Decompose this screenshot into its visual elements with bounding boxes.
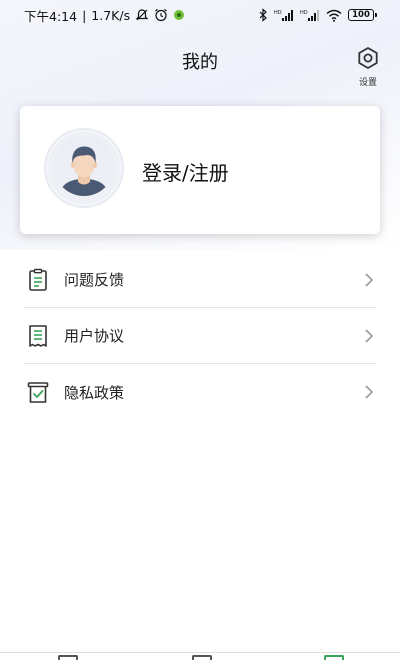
avatar[interactable] (46, 130, 122, 206)
settings-menu: 问题反馈 用户协议 隐私政策 (24, 252, 376, 420)
silent-icon (135, 8, 149, 22)
bluetooth-icon (258, 8, 268, 22)
menu-item-feedback[interactable]: 问题反馈 (24, 252, 376, 308)
wifi-icon (326, 9, 342, 22)
menu-item-label: 问题反馈 (64, 271, 125, 289)
menu-item-label: 隐私政策 (64, 383, 125, 402)
chevron-right-icon (364, 328, 374, 348)
battery-icon: 100 (348, 9, 377, 21)
net-speed: 1.7K/s (91, 7, 131, 23)
settings-button[interactable]: 设置 (354, 46, 382, 88)
svg-text:HD: HD (300, 10, 308, 16)
chevron-right-icon (364, 272, 374, 292)
menu-item-user-agreement[interactable]: 用户协议 (24, 308, 376, 364)
menu-item-label: 用户协议 (64, 327, 125, 345)
chevron-right-icon (364, 384, 374, 404)
app-notification-icon (173, 9, 185, 21)
status-time: 下午4:14 (24, 8, 78, 24)
status-bar: 下午4:14 | 1.7K/s HD HD 100 (0, 0, 400, 30)
menu-item-privacy-policy[interactable]: 隐私政策 (24, 364, 376, 420)
login-register-link[interactable]: 登录/注册 (142, 157, 229, 186)
clipboard-icon (26, 268, 50, 292)
battery-level: 100 (352, 10, 370, 20)
status-separator: | (82, 7, 87, 23)
shield-check-icon (26, 380, 50, 404)
signal-hd-icon: HD (300, 9, 320, 22)
profile-card[interactable]: 登录/注册 (20, 106, 380, 234)
user-avatar-icon (53, 135, 115, 201)
page-title: 我的 (182, 52, 218, 73)
settings-label: 设置 (358, 78, 377, 88)
tab-home-icon[interactable] (58, 655, 78, 660)
tab-middle-icon[interactable] (192, 655, 212, 660)
svg-text:HD: HD (274, 10, 282, 16)
tab-mine-icon[interactable] (324, 655, 344, 660)
hexagon-gear-icon (356, 47, 380, 74)
receipt-icon (26, 324, 50, 348)
alarm-icon (154, 8, 168, 22)
signal-hd-icon: HD (274, 9, 294, 22)
bottom-tab-bar (0, 652, 400, 660)
